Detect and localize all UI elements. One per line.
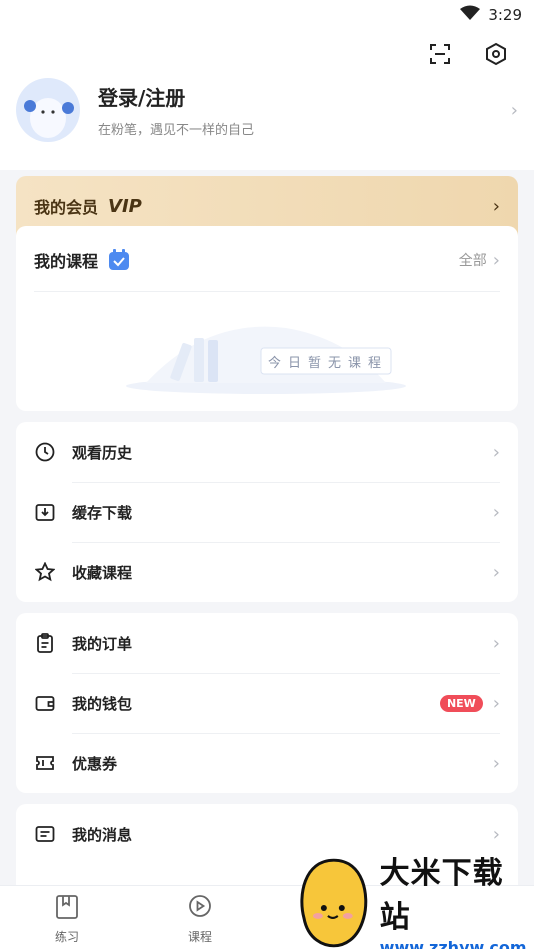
tab-courses[interactable]: 课程 [170,894,230,945]
menu-label: 优惠券 [72,754,118,773]
chevron-right-icon: › [492,501,500,523]
chevron-right-icon: › [492,632,500,654]
login-subtitle: 在粉笔，遇见不一样的自己 [98,123,255,138]
tab-label: 练习 [54,930,79,944]
menu-label: 我的消息 [72,825,133,844]
menu-label: 缓存下载 [72,503,133,522]
tab-practice[interactable]: 练习 [37,894,97,945]
ticket-icon [34,752,56,774]
empty-courses-illustration: 今日暂无课程 [116,318,416,398]
courses-title: 我的课程 [34,252,99,271]
menu-group-learning: 观看历史 › 缓存下载 › 收藏课程 › [16,422,518,602]
message-icon [34,823,56,845]
download-icon [34,501,56,523]
login-entry[interactable]: 登录/注册 在粉笔，遇见不一样的自己 › [16,78,518,142]
empty-courses-text: 今日暂无课程 [268,356,389,371]
menu-item-downloads[interactable]: 缓存下载 › [16,482,518,542]
chevron-right-icon: › [492,249,500,271]
tab-label: 课程 [187,930,212,944]
menu-label: 收藏课程 [72,563,133,582]
status-bar: 3:29 [0,0,534,30]
menu-item-coupons[interactable]: 优惠券 › [16,733,518,793]
login-title: 登录/注册 [98,86,186,110]
divider [34,291,500,292]
my-courses-card: 我的课程 全部 › 今日暂无课程 [16,226,518,411]
courses-all-label: 全部 [458,253,487,269]
watermark-mascot-icon [300,858,368,948]
wallet-icon [34,692,56,714]
avatar [16,78,80,142]
settings-icon[interactable] [482,40,510,68]
chevron-right-icon: › [492,195,500,217]
star-icon [34,561,56,583]
courses-all-link[interactable]: 全部 › [459,250,500,271]
play-bubble-icon [187,894,213,924]
menu-label: 我的订单 [72,634,133,653]
menu-item-orders[interactable]: 我的订单 › [16,613,518,673]
clock-icon [34,441,56,463]
chevron-right-icon: › [492,823,500,845]
menu-item-favorites[interactable]: 收藏课程 › [16,542,518,602]
top-actions [426,40,510,68]
menu-label: 观看历史 [72,443,133,462]
status-time: 3:29 [488,6,522,24]
vip-badge: VIP [108,195,142,217]
vip-label: 我的会员 [34,198,99,217]
new-badge: NEW [439,694,483,712]
watermark-title: 大米下载站 [379,856,504,935]
menu-item-wallet[interactable]: 我的钱包 NEW › [16,673,518,733]
book-icon [54,894,80,924]
chevron-right-icon: › [492,561,500,583]
watermark-url: www.zzhyw.com [379,938,527,949]
scan-icon[interactable] [426,40,454,68]
chevron-right-icon: › [510,99,518,121]
chevron-right-icon: › [492,441,500,463]
clipboard-icon [34,632,56,654]
chevron-right-icon: › [492,752,500,774]
calendar-icon [108,249,130,271]
menu-label: 我的钱包 [72,694,133,713]
menu-group-account: 我的订单 › 我的钱包 NEW › 优惠券 › [16,613,518,793]
menu-item-history[interactable]: 观看历史 › [16,422,518,482]
chevron-right-icon: › [492,692,500,714]
wifi-icon [460,5,481,25]
site-watermark: 大米下载站 www.zzhyw.com [294,856,534,949]
